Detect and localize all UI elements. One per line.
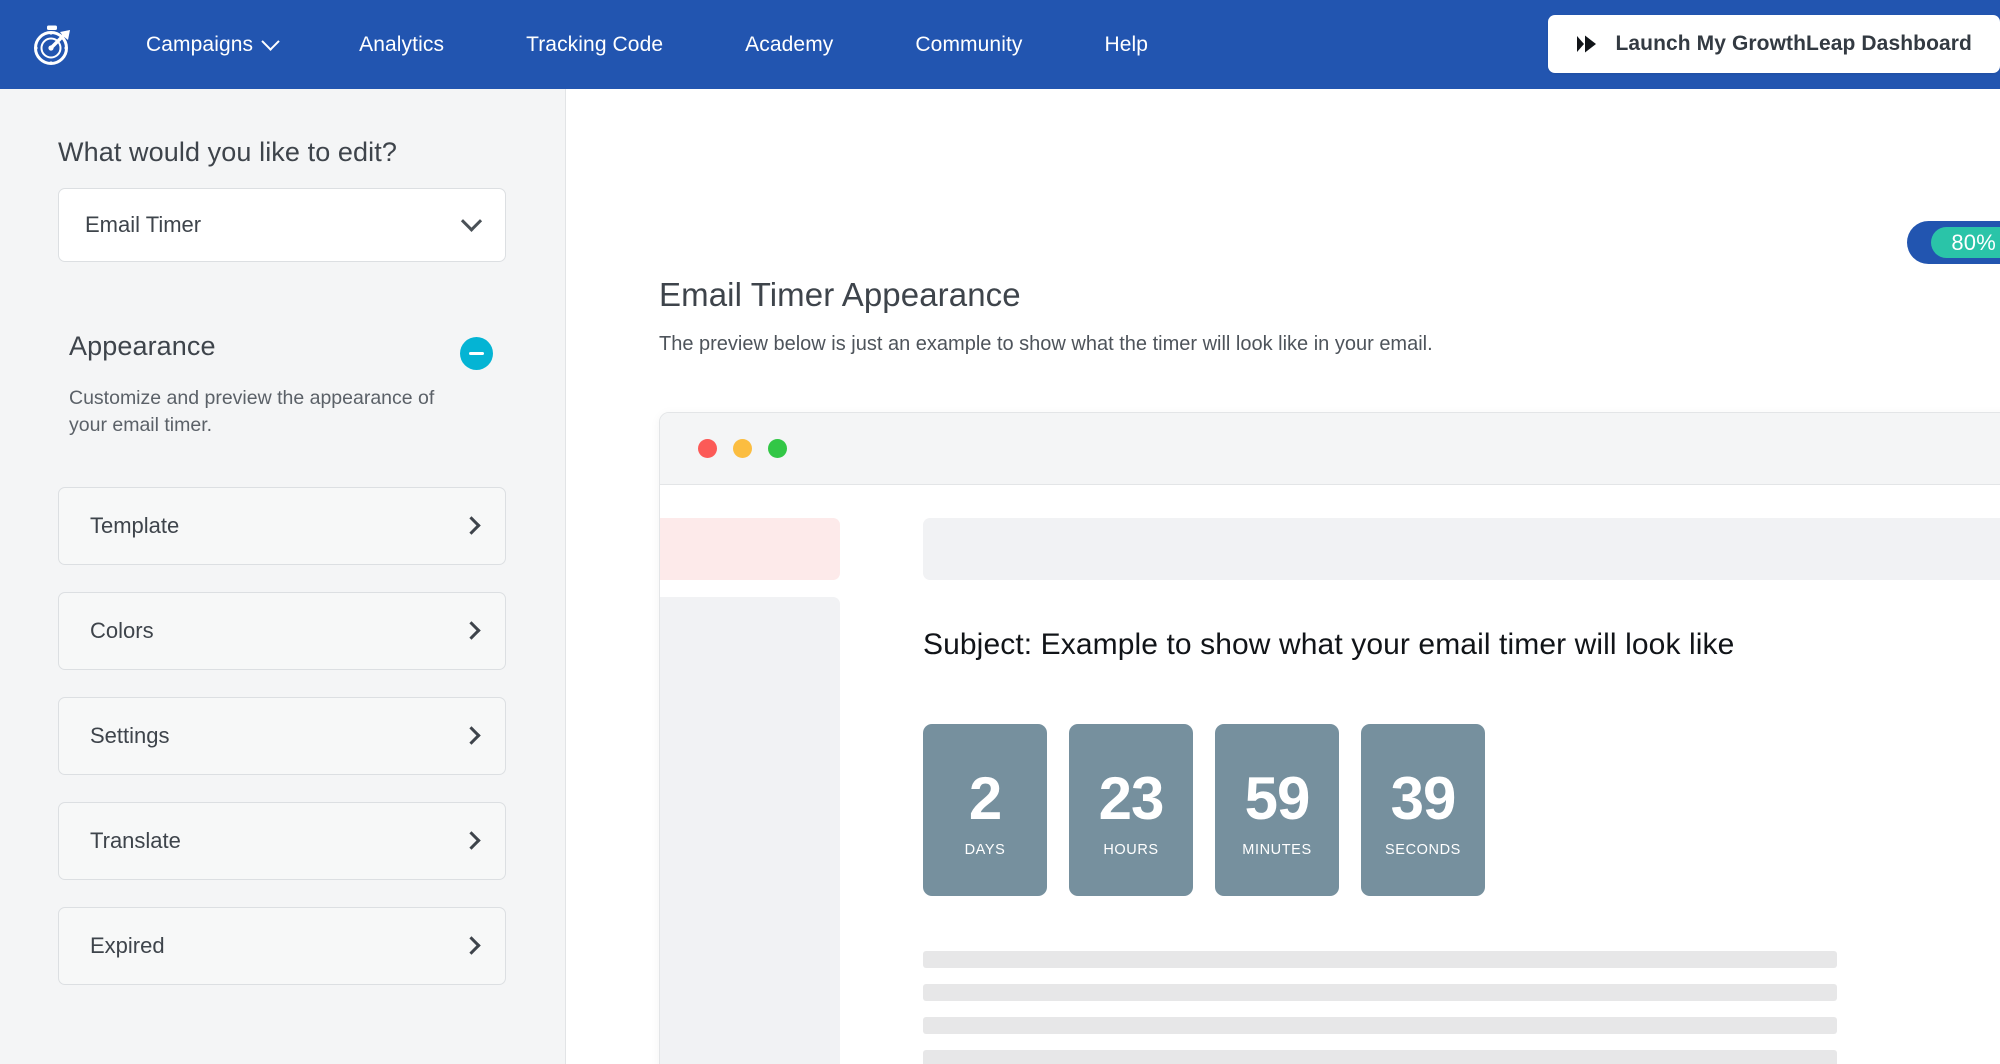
- chevron-down-icon: [460, 210, 483, 232]
- chevron-right-icon: [462, 831, 481, 851]
- timer-unit-days: 2 DAYS: [923, 724, 1047, 896]
- window-maximize-dot-icon[interactable]: [768, 439, 787, 458]
- timer-days-label: DAYS: [964, 841, 1006, 858]
- collapse-appearance-button[interactable]: [460, 337, 493, 370]
- window-minimize-dot-icon[interactable]: [733, 439, 752, 458]
- timer-unit-minutes: 59 MINUTES: [1215, 724, 1339, 896]
- nav-item-tracking-code-label: Tracking Code: [526, 32, 664, 56]
- appearance-accordion-list: Template Colors Settings Translate Expir…: [58, 486, 506, 985]
- stopwatch-dart-logo-icon: [34, 25, 70, 65]
- placeholder-line: [923, 984, 1837, 1001]
- timer-minutes-label: MINUTES: [1242, 841, 1312, 858]
- sidebar-item-colors-label: Colors: [90, 617, 154, 643]
- preview-body: Subject: Example to show what your email…: [660, 485, 2000, 1064]
- timer-unit-seconds: 39 SECONDS: [1361, 724, 1485, 896]
- countdown-timer: 2 DAYS 23 HOURS 59 MINUTES 39 SECONDS: [923, 724, 2000, 896]
- preview-rail-pink-block: [660, 518, 840, 580]
- sidebar-item-expired[interactable]: Expired: [58, 906, 506, 985]
- nav-item-analytics[interactable]: Analytics: [359, 33, 444, 57]
- timer-minutes-value: 59: [1244, 764, 1311, 832]
- nav-item-community[interactable]: Community: [915, 33, 1022, 57]
- preview-topbar-placeholder: [923, 518, 2000, 580]
- nav-item-tracking-code[interactable]: Tracking Code: [526, 33, 663, 57]
- nav-item-analytics-label: Analytics: [359, 32, 445, 56]
- edit-target-select-value: Email Timer: [85, 212, 202, 237]
- page-title: Email Timer Appearance: [659, 276, 1021, 313]
- chevron-right-icon: [462, 516, 481, 536]
- chevron-right-icon: [462, 621, 481, 641]
- sidebar-item-settings[interactable]: Settings: [58, 696, 506, 775]
- progress-badge-value: 80%: [1931, 227, 2000, 258]
- fast-forward-icon: [1577, 35, 1597, 53]
- nav-links: Campaigns Analytics Tracking Code Academ…: [146, 32, 1149, 57]
- email-preview-window: Subject: Example to show what your email…: [659, 412, 2000, 1064]
- brand-logo[interactable]: [30, 23, 74, 67]
- minus-circle-icon: [469, 352, 484, 355]
- page-body: What would you like to edit? Email Timer…: [0, 89, 2000, 1064]
- sidebar-item-template[interactable]: Template: [58, 486, 506, 565]
- nav-item-campaigns-label: Campaigns: [146, 32, 254, 56]
- appearance-section-title: Appearance: [69, 331, 216, 361]
- window-close-dot-icon[interactable]: [698, 439, 717, 458]
- main-content: 80% Email Timer Appearance The preview b…: [566, 89, 2000, 1064]
- top-navbar: Campaigns Analytics Tracking Code Academ…: [0, 0, 2000, 89]
- sidebar-item-expired-label: Expired: [90, 932, 165, 958]
- sidebar-item-translate-label: Translate: [90, 827, 181, 853]
- placeholder-line: [923, 951, 1837, 968]
- timer-days-value: 2: [968, 764, 1002, 832]
- nav-item-academy[interactable]: Academy: [745, 33, 833, 57]
- email-subject-line: Subject: Example to show what your email…: [923, 628, 1735, 661]
- appearance-section-header: Appearance: [58, 332, 506, 370]
- nav-item-help[interactable]: Help: [1105, 33, 1149, 57]
- main-inner: Email Timer Appearance The preview below…: [566, 89, 2000, 1064]
- nav-item-campaigns[interactable]: Campaigns: [146, 32, 280, 57]
- email-body-placeholder-lines: [923, 951, 2000, 1064]
- preview-window-chrome: [660, 413, 2000, 485]
- timer-hours-value: 23: [1098, 764, 1165, 832]
- launch-dashboard-label: Launch My GrowthLeap Dashboard: [1615, 32, 1972, 55]
- editor-sidebar: What would you like to edit? Email Timer…: [0, 89, 566, 1064]
- appearance-section-description: Customize and preview the appearance of …: [69, 387, 435, 436]
- page-subtitle: The preview below is just an example to …: [659, 333, 1433, 355]
- sidebar-item-settings-label: Settings: [90, 722, 170, 748]
- edit-target-select[interactable]: Email Timer: [58, 188, 506, 262]
- preview-rail-gray-block: [660, 597, 840, 1064]
- nav-item-academy-label: Academy: [745, 32, 834, 56]
- nav-item-community-label: Community: [915, 32, 1023, 56]
- timer-seconds-label: SECONDS: [1385, 841, 1461, 858]
- sidebar-item-colors[interactable]: Colors: [58, 591, 506, 670]
- nav-item-help-label: Help: [1104, 32, 1149, 56]
- timer-seconds-value: 39: [1390, 764, 1457, 832]
- sidebar-item-template-label: Template: [90, 512, 180, 538]
- chevron-down-icon: [261, 32, 280, 51]
- placeholder-line: [923, 1050, 1837, 1064]
- launch-dashboard-button[interactable]: Launch My GrowthLeap Dashboard: [1548, 15, 2000, 73]
- sidebar-heading: What would you like to edit?: [58, 137, 397, 167]
- preview-left-rail: [660, 485, 840, 1064]
- preview-main-column: Subject: Example to show what your email…: [840, 485, 2000, 1064]
- timer-unit-hours: 23 HOURS: [1069, 724, 1193, 896]
- progress-badge: 80%: [1907, 221, 2000, 264]
- timer-hours-label: HOURS: [1103, 841, 1159, 858]
- sidebar-item-translate[interactable]: Translate: [58, 801, 506, 880]
- placeholder-line: [923, 1017, 1837, 1034]
- chevron-right-icon: [462, 936, 481, 956]
- chevron-right-icon: [462, 726, 481, 746]
